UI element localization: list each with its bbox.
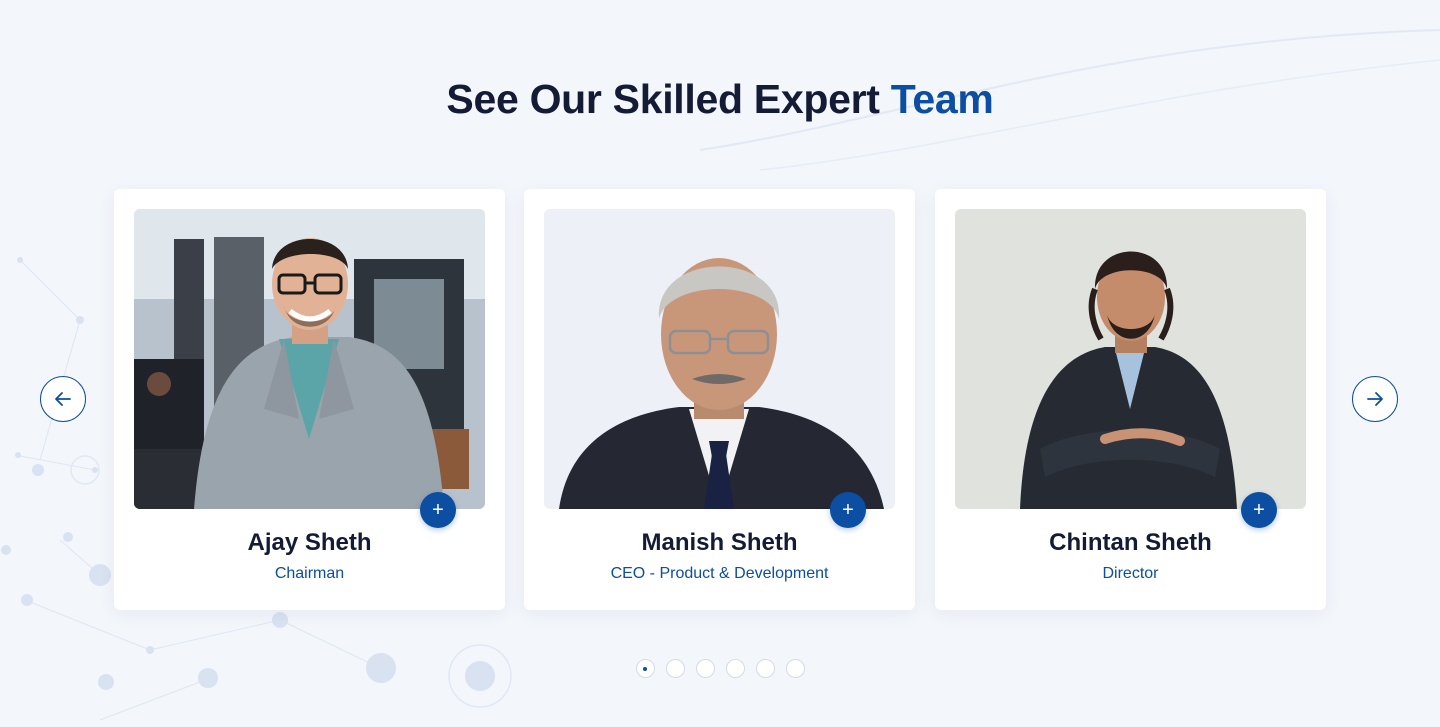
team-card-chintan-sheth: + Chintan Sheth Director xyxy=(935,189,1326,610)
pagination-dot-1[interactable] xyxy=(635,659,655,678)
team-member-photo xyxy=(544,209,895,509)
team-card-ajay-sheth: + Ajay Sheth Chairman xyxy=(114,189,505,610)
team-member-name: Manish Sheth xyxy=(641,529,798,556)
pagination-dot-2[interactable] xyxy=(665,659,685,678)
arrow-left-icon xyxy=(55,392,71,406)
arrow-right-icon xyxy=(1367,392,1383,406)
team-member-photo xyxy=(134,209,485,509)
pagination-dot-6[interactable] xyxy=(785,659,805,678)
expand-plus-button[interactable]: + xyxy=(830,492,866,528)
plus-icon: + xyxy=(1253,499,1265,521)
team-member-role: CEO - Product & Development xyxy=(610,565,829,582)
carousel-pagination xyxy=(0,659,1440,678)
team-member-role: Director xyxy=(1102,565,1159,582)
team-member-role: Chairman xyxy=(274,565,345,582)
heading-accent-text: Team xyxy=(890,76,994,122)
team-card-manish-sheth: + Manish Sheth CEO - Product & Developme… xyxy=(524,189,915,610)
pagination-dot-4[interactable] xyxy=(725,659,745,678)
carousel-prev-button[interactable] xyxy=(40,376,86,422)
expand-plus-button[interactable]: + xyxy=(420,492,456,528)
plus-icon: + xyxy=(842,499,854,521)
carousel-next-button[interactable] xyxy=(1352,376,1398,422)
team-member-photo xyxy=(955,209,1306,509)
heading-main-text: See Our Skilled Expert xyxy=(446,76,891,122)
team-member-name: Chintan Sheth xyxy=(1049,529,1212,556)
team-member-name: Ajay Sheth xyxy=(247,529,372,556)
pagination-dot-3[interactable] xyxy=(695,659,715,678)
pagination-dot-5[interactable] xyxy=(755,659,775,678)
section-heading: See Our Skilled Expert Team xyxy=(0,76,1440,123)
expand-plus-button[interactable]: + xyxy=(1241,492,1277,528)
plus-icon: + xyxy=(432,499,444,521)
